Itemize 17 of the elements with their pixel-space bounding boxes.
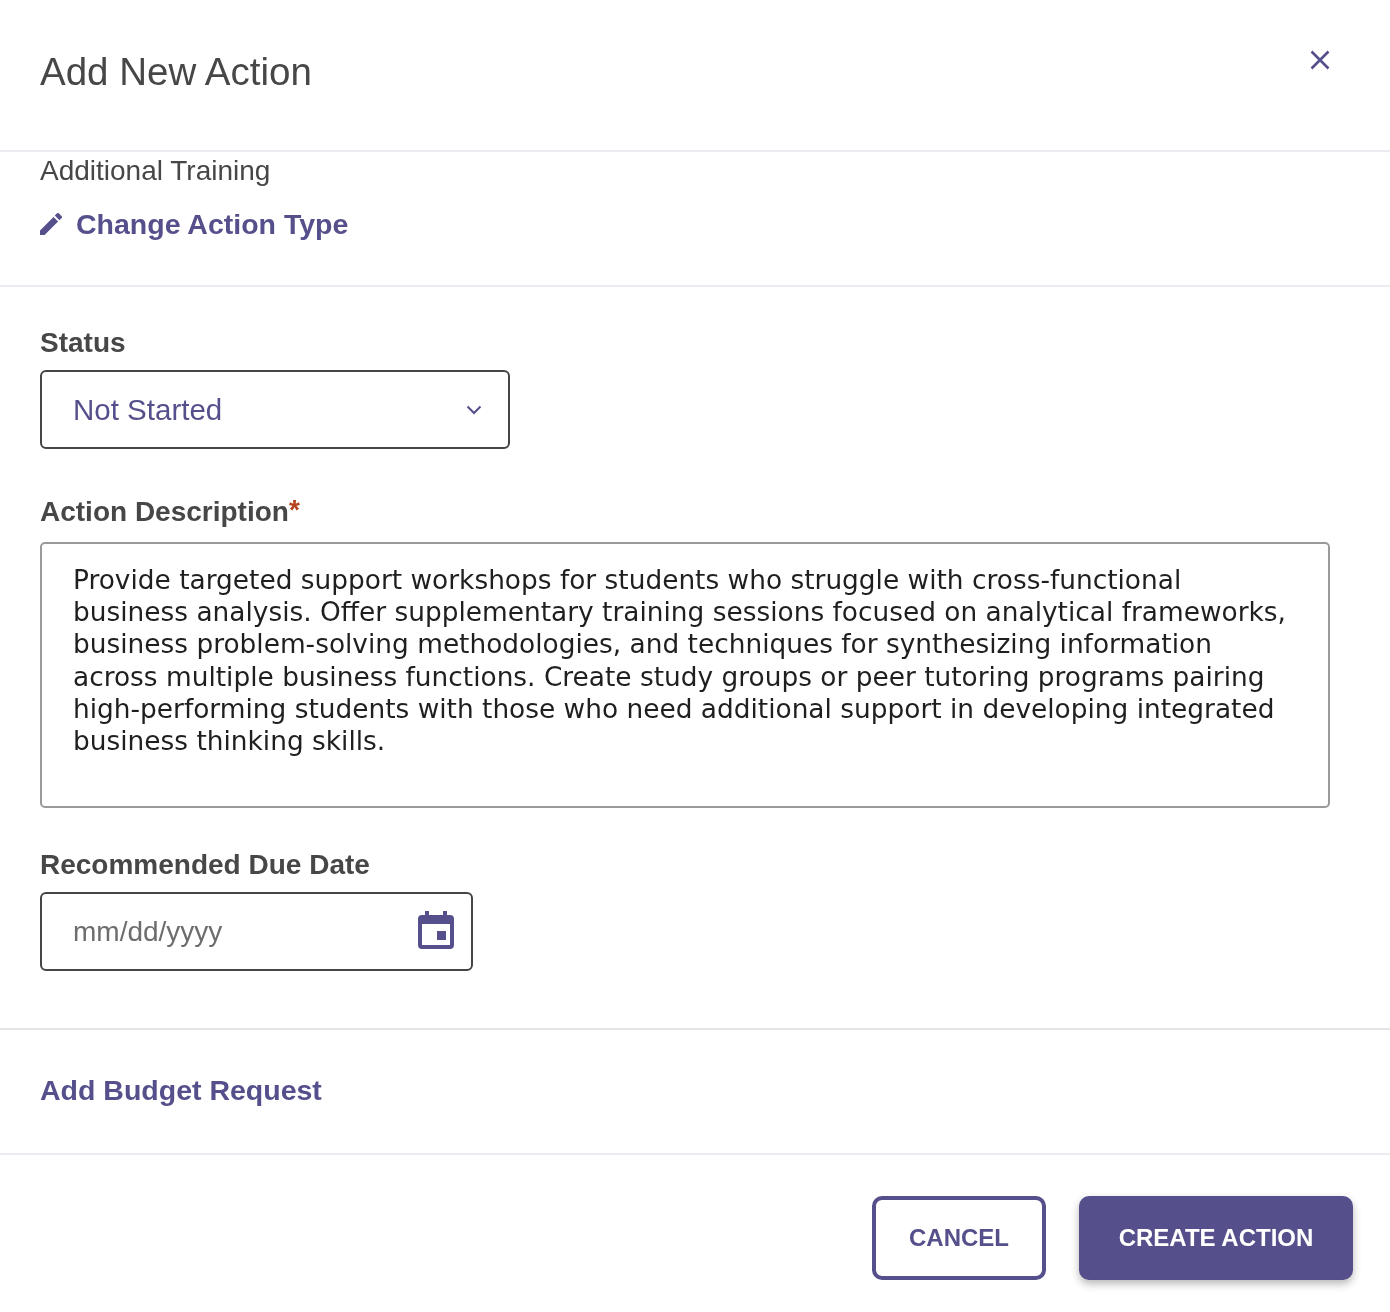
cancel-button[interactable]: CANCEL <box>872 1196 1046 1280</box>
close-icon[interactable] <box>1310 50 1330 70</box>
chevron-down-icon <box>466 404 482 415</box>
dialog-title: Add New Action <box>40 51 312 93</box>
create-action-button[interactable]: CREATE ACTION <box>1079 1196 1353 1280</box>
field-label: Action Description <box>40 496 289 528</box>
pencil-icon <box>40 213 62 235</box>
required-mark: * <box>288 496 300 524</box>
date-field[interactable]: mm/dd/yyyy <box>40 892 473 971</box>
status-select[interactable]: Not Started <box>40 370 510 449</box>
calendar-icon[interactable] <box>418 911 454 949</box>
action-type-name: Additional Training <box>40 154 271 188</box>
description-field[interactable]: Provide targeted support workshops for students who struggle with cross-functional business analysis. Offer supplementary training sessions focused on analytical frameworks, business problem-solving methodologies, and techniques for synthesizing information across multiple business functions. Create study groups or peer tutoring programs pairing high-performing students with those who need additional support in developing integrated business thinking skills. <box>40 542 1330 808</box>
field-label: Recommended Due Date <box>40 849 370 881</box>
field-label: Status <box>40 327 126 359</box>
change-action-type-link[interactable]: Change Action Type <box>40 207 349 241</box>
add-budget-request-link[interactable]: Add Budget Request <box>40 1073 322 1107</box>
